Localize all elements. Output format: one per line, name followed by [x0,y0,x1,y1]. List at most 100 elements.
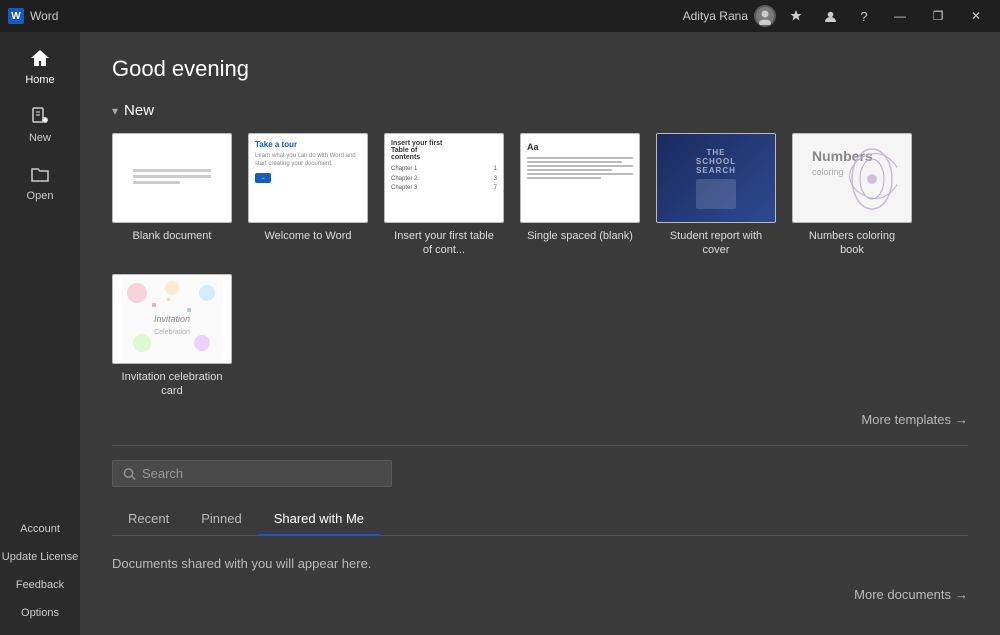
search-bar [112,460,392,487]
person-icon-btn[interactable] [816,6,844,26]
open-icon [26,162,54,186]
sidebar-item-feedback[interactable]: Feedback [0,571,80,599]
single-line-4 [527,169,612,171]
tab-shared[interactable]: Shared with Me [258,503,380,536]
template-thumb-coloring: Numbers coloring [792,133,912,223]
word-icon: W [8,8,24,24]
template-thumb-invitation: Invitation Celebration [112,274,232,364]
template-label-student: Student report with cover [661,229,771,258]
home-icon [26,46,54,70]
template-label-toc: Insert your first table of cont... [389,229,499,258]
single-lines [527,157,633,179]
svg-text:Invitation: Invitation [154,314,190,324]
invitation-svg: Invitation Celebration [122,278,222,360]
single-line-3 [527,165,633,167]
welcome-body: Learn what you can do with Word and star… [255,152,361,169]
more-documents-arrow: → [955,587,968,602]
template-label-welcome: Welcome to Word [264,229,351,243]
template-thumb-single: Aa [520,133,640,223]
sidebar-item-home-label: Home [25,74,54,86]
favorites-icon-btn[interactable] [782,6,810,26]
sidebar-item-account[interactable]: Account [0,515,80,543]
new-section-label: New [124,102,154,119]
student-image-placeholder [696,179,736,209]
template-label-single: Single spaced (blank) [527,229,633,243]
tabs: Recent Pinned Shared with Me [112,503,968,536]
student-cover: THESCHOOLSEARCH [657,134,775,222]
sidebar-item-home[interactable]: Home [0,36,80,94]
title-bar-right: Aditya Rana ? — ❐ ✕ [683,5,992,27]
single-line-5 [527,173,633,175]
more-templates-label: More templates [861,412,951,427]
template-thumb-student: THESCHOOLSEARCH [656,133,776,223]
title-bar-title: Word [30,9,58,23]
single-line-1 [527,157,633,159]
title-bar-left: W Word [8,8,58,24]
more-templates-link[interactable]: More templates → [112,406,968,443]
divider [112,445,968,446]
chevron-down-icon: ▾ [112,104,118,118]
greeting: Good evening [112,56,968,82]
sidebar-item-options[interactable]: Options [0,599,80,627]
template-thumb-blank [112,133,232,223]
search-icon [123,467,136,481]
tab-pinned[interactable]: Pinned [185,503,257,536]
templates-grid: Blank document Take a tour Learn what yo… [112,133,968,398]
sidebar: Home New Open [0,32,80,635]
title-bar: W Word Aditya Rana ? — ❐ ✕ [0,0,1000,32]
search-input[interactable] [142,466,381,481]
sidebar-item-new[interactable]: New [0,94,80,152]
coloring-art: Numbers coloring [797,138,907,218]
user-info: Aditya Rana [683,5,776,27]
invitation-art: Invitation Celebration [117,279,227,359]
template-welcome[interactable]: Take a tour Learn what you can do with W… [248,133,368,258]
new-icon [26,104,54,128]
svg-text:coloring: coloring [812,167,844,177]
welcome-btn: → [255,173,271,183]
help-icon-btn[interactable]: ? [850,6,878,26]
restore-button[interactable]: ❐ [922,6,954,26]
svg-text:Celebration: Celebration [154,329,190,336]
template-label-blank: Blank document [133,229,212,243]
content-area: Good evening ▾ New Blank document [80,32,1000,635]
template-student-report[interactable]: THESCHOOLSEARCH Student report with cove… [656,133,776,258]
template-blank[interactable]: Blank document [112,133,232,258]
template-coloring-book[interactable]: Numbers coloring Numbers coloring book [792,133,912,258]
more-templates-arrow: → [955,412,968,427]
sidebar-item-update-license[interactable]: Update License [0,543,80,571]
template-thumb-toc: Insert your firstTable ofcontents Chapte… [384,133,504,223]
coloring-svg: Numbers coloring [807,141,897,216]
sidebar-item-new-label: New [29,132,51,144]
template-single-spaced[interactable]: Aa Single spaced (blank) [520,133,640,258]
sidebar-bottom: Account Update License Feedback Options [0,515,80,635]
template-label-coloring: Numbers coloring book [797,229,907,258]
student-title: THESCHOOLSEARCH [696,148,736,175]
app-body: Home New Open [0,32,1000,635]
single-title: Aa [527,142,539,152]
minimize-button[interactable]: — [884,6,916,26]
empty-state-message: Documents shared with you will appear he… [112,548,968,579]
avatar [754,5,776,27]
svg-text:Numbers: Numbers [812,148,873,164]
welcome-title: Take a tour [255,140,297,149]
sidebar-item-open-label: Open [27,190,54,202]
template-label-invitation: Invitation celebration card [117,370,227,399]
blank-lines [125,161,219,195]
toc-header: Insert your firstTable ofcontents [391,140,442,161]
more-documents-label: More documents [854,587,951,602]
tab-recent[interactable]: Recent [112,503,185,536]
user-name: Aditya Rana [683,9,748,23]
more-documents-link[interactable]: More documents → [112,579,968,610]
template-invitation[interactable]: Invitation Celebration Invitation celebr… [112,274,232,399]
toc-lines: Chapter 1 1 Chapter 2 3 Chapter 3 7 [391,165,497,194]
blank-line-3 [133,181,180,184]
template-toc[interactable]: Insert your firstTable ofcontents Chapte… [384,133,504,258]
single-line-6 [527,177,601,179]
close-button[interactable]: ✕ [960,6,992,26]
single-line-2 [527,161,622,163]
sidebar-item-open[interactable]: Open [0,152,80,210]
blank-line-1 [133,169,211,172]
blank-line-2 [133,175,211,178]
new-section-header[interactable]: ▾ New [112,102,968,119]
template-thumb-welcome: Take a tour Learn what you can do with W… [248,133,368,223]
